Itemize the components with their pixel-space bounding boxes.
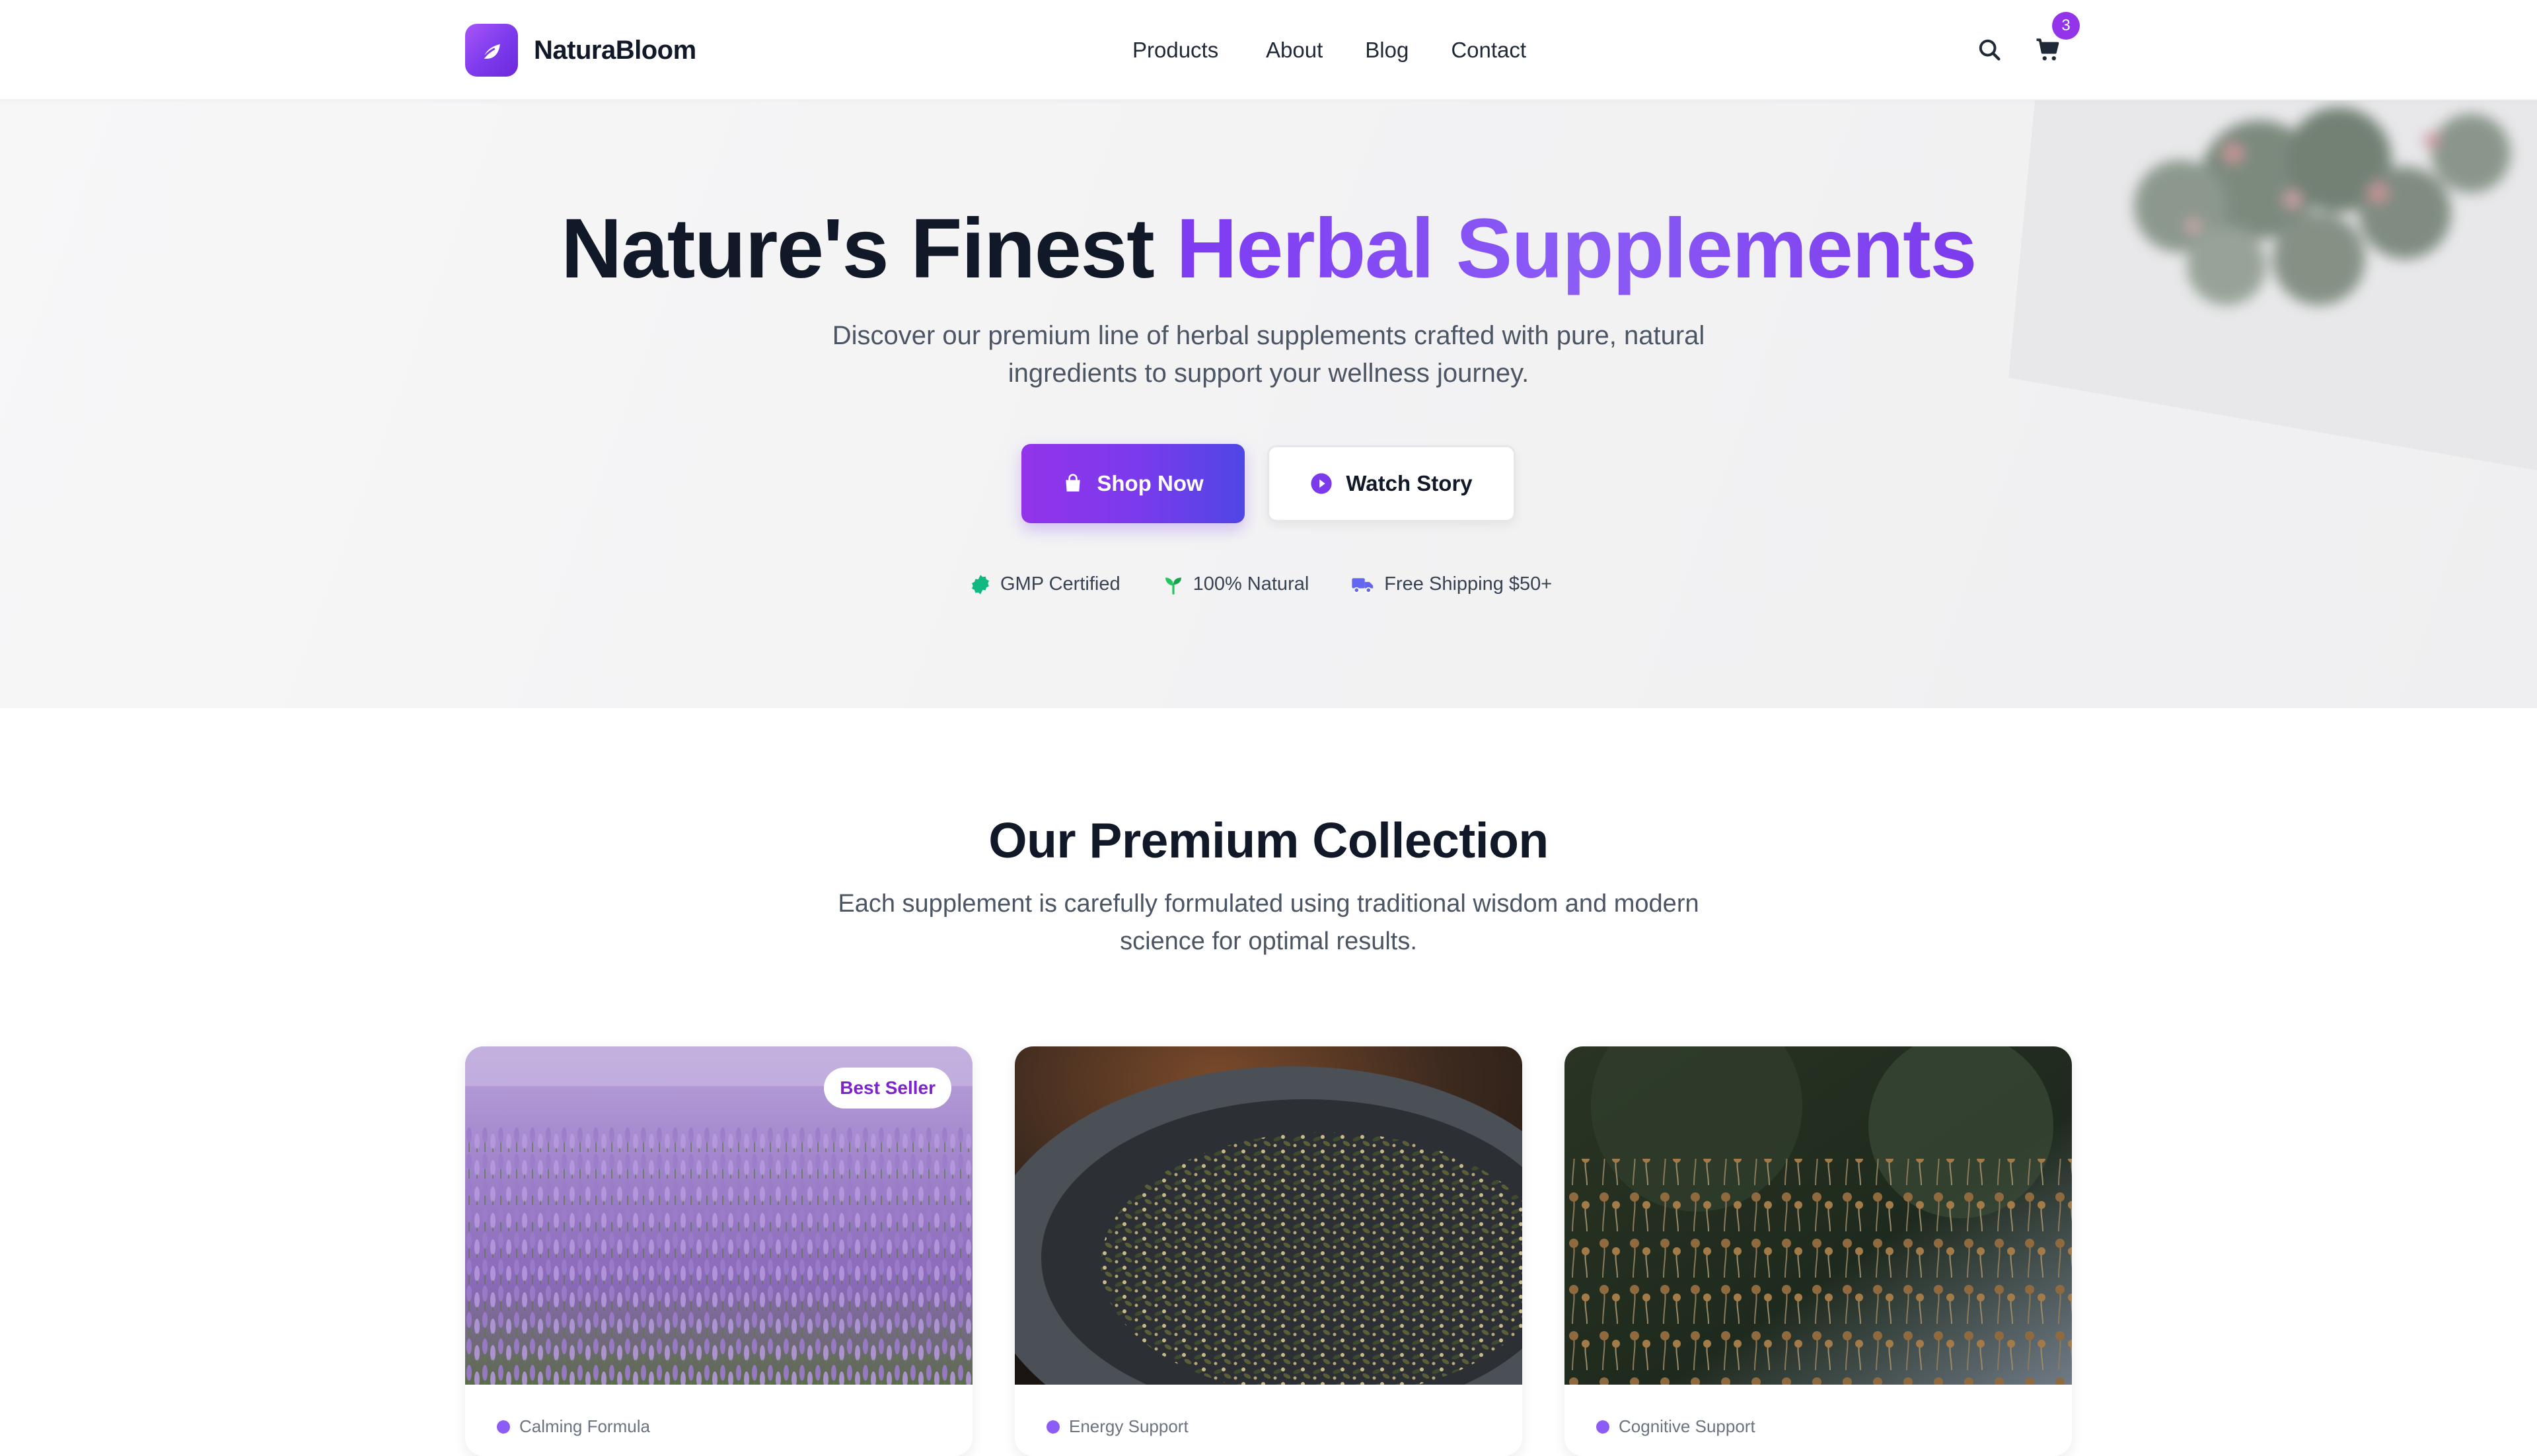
- product-card[interactable]: Best Seller Calming Formula: [465, 1046, 973, 1456]
- trust-natural-label: 100% Natural: [1193, 573, 1309, 595]
- herbal-tea-bowl-image: [1015, 1046, 1522, 1385]
- hero-title-main: Nature's Finest: [561, 201, 1177, 296]
- main-nav: Products About Blog Contact: [1132, 33, 1526, 67]
- product-card[interactable]: Cognitive Support: [1564, 1046, 2072, 1456]
- search-button[interactable]: [1969, 29, 2011, 71]
- hero-title: Nature's Finest Herbal Supplements: [0, 200, 2537, 299]
- trust-gmp: GMP Certified: [970, 573, 1121, 595]
- nav-about[interactable]: About: [1266, 33, 1323, 67]
- cart-icon: [2036, 38, 2059, 61]
- shop-now-button[interactable]: Shop Now: [1021, 444, 1245, 523]
- truck-icon: [1352, 577, 1374, 593]
- collection-title: Our Premium Collection: [988, 813, 1549, 868]
- cart-count-badge: 3: [2052, 12, 2080, 40]
- trust-shipping-label: Free Shipping $50+: [1384, 573, 1553, 595]
- watch-story-button[interactable]: Watch Story: [1267, 445, 1516, 522]
- hero-section: Nature's Finest Herbal Supplements Disco…: [0, 100, 2537, 708]
- search-icon: [1979, 39, 2001, 61]
- dried-flowers-image: [1564, 1046, 2072, 1385]
- trust-badges: GMP Certified 100% Natural Free Shipping…: [970, 573, 1552, 595]
- seedling-icon: [1165, 577, 1181, 595]
- leaf-icon: [465, 24, 518, 77]
- play-circle-icon: [1311, 473, 1332, 494]
- nav-blog[interactable]: Blog: [1365, 33, 1409, 67]
- trust-natural: 100% Natural: [1163, 573, 1309, 595]
- hero-subtitle: Discover our premium line of herbal supp…: [832, 321, 1705, 388]
- hero-title-accent: Herbal Supplements: [1176, 201, 1977, 296]
- shopping-bag-icon: [1066, 474, 1081, 491]
- trust-shipping: Free Shipping $50+: [1351, 573, 1552, 595]
- product-card[interactable]: Energy Support: [1015, 1046, 1522, 1456]
- certificate-icon: [972, 574, 989, 595]
- collection-subtitle: Each supplement is carefully formulated …: [838, 890, 1699, 955]
- trust-gmp-label: GMP Certified: [1000, 573, 1121, 595]
- watch-story-label: Watch Story: [1346, 471, 1473, 495]
- site-header: NaturaBloom Products About Blog Contact …: [0, 0, 2537, 100]
- brand-name: NaturaBloom: [534, 35, 696, 65]
- brand[interactable]: NaturaBloom: [465, 24, 696, 77]
- best-seller-badge: Best Seller: [824, 1068, 951, 1109]
- shop-now-label: Shop Now: [1097, 471, 1204, 495]
- nav-products[interactable]: Products: [1132, 33, 1224, 67]
- nav-contact[interactable]: Contact: [1451, 33, 1526, 67]
